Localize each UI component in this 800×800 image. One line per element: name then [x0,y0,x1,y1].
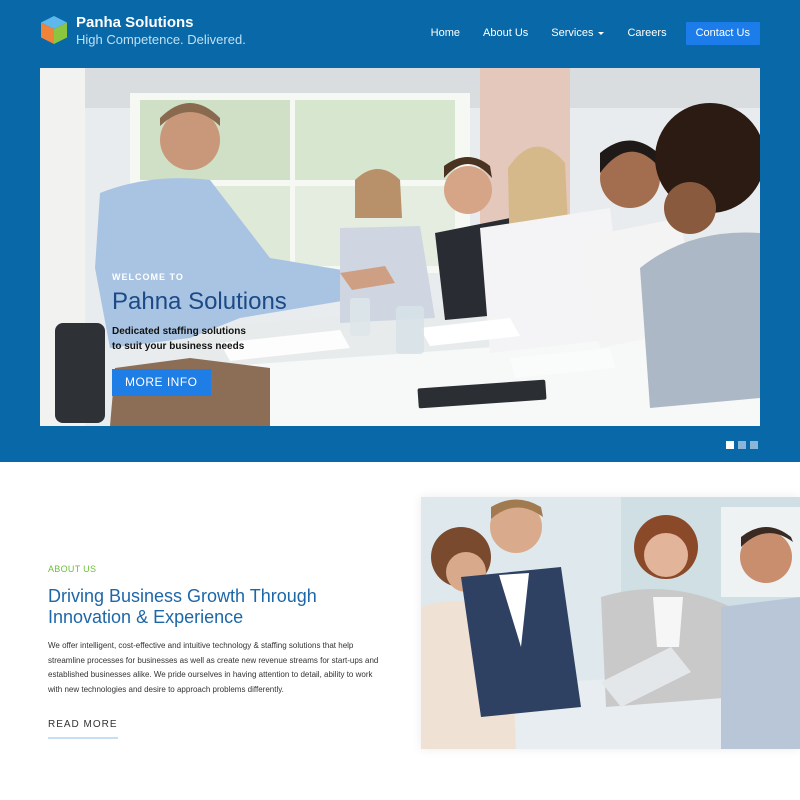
nav-services-label: Services [551,27,594,39]
about-eyebrow: ABOUT US [48,564,97,574]
more-info-button[interactable]: MORE INFO [112,369,211,396]
nav-services[interactable]: Services [551,22,605,45]
brand[interactable]: Panha Solutions High Competence. Deliver… [40,14,246,47]
hero-welcome: WELCOME TO [112,272,184,282]
nav-careers[interactable]: Careers [627,22,666,45]
hero-subtitle-line2: to suit your business needs [112,341,245,352]
hero-subtitle-line1: Dedicated staffing solutions [112,326,246,337]
about-title: Driving Business Growth Through Innovati… [48,586,317,627]
read-more-link[interactable]: READ MORE [48,719,118,739]
hero-caption: WELCOME TO Pahna Solutions Dedicated sta… [112,272,287,396]
team-meeting-illustration [421,497,800,749]
about-section: ABOUT US Driving Business Growth Through… [48,564,398,739]
chevron-down-icon [598,31,605,35]
hero-subtitle: Dedicated staffing solutions to suit you… [112,324,252,354]
contact-us-button[interactable]: Contact Us [685,22,760,45]
brand-tagline: High Competence. Delivered. [76,32,246,47]
about-body: We offer intelligent, cost-effective and… [48,641,379,694]
carousel-indicators [726,441,762,449]
main-nav: Home About Us Services Careers Contact U… [408,22,760,45]
carousel-dot-1[interactable] [726,441,734,449]
carousel-dot-2[interactable] [738,441,746,449]
carousel-dot-3[interactable] [750,441,758,449]
nav-about-us[interactable]: About Us [483,22,528,45]
nav-home[interactable]: Home [431,22,460,45]
hero-title: Pahna Solutions [112,288,287,315]
about-team-photo [421,497,800,749]
brand-name: Panha Solutions [76,14,194,31]
hero-carousel[interactable]: WELCOME TO Pahna Solutions Dedicated sta… [40,68,760,426]
cube-logo-icon [41,16,67,44]
